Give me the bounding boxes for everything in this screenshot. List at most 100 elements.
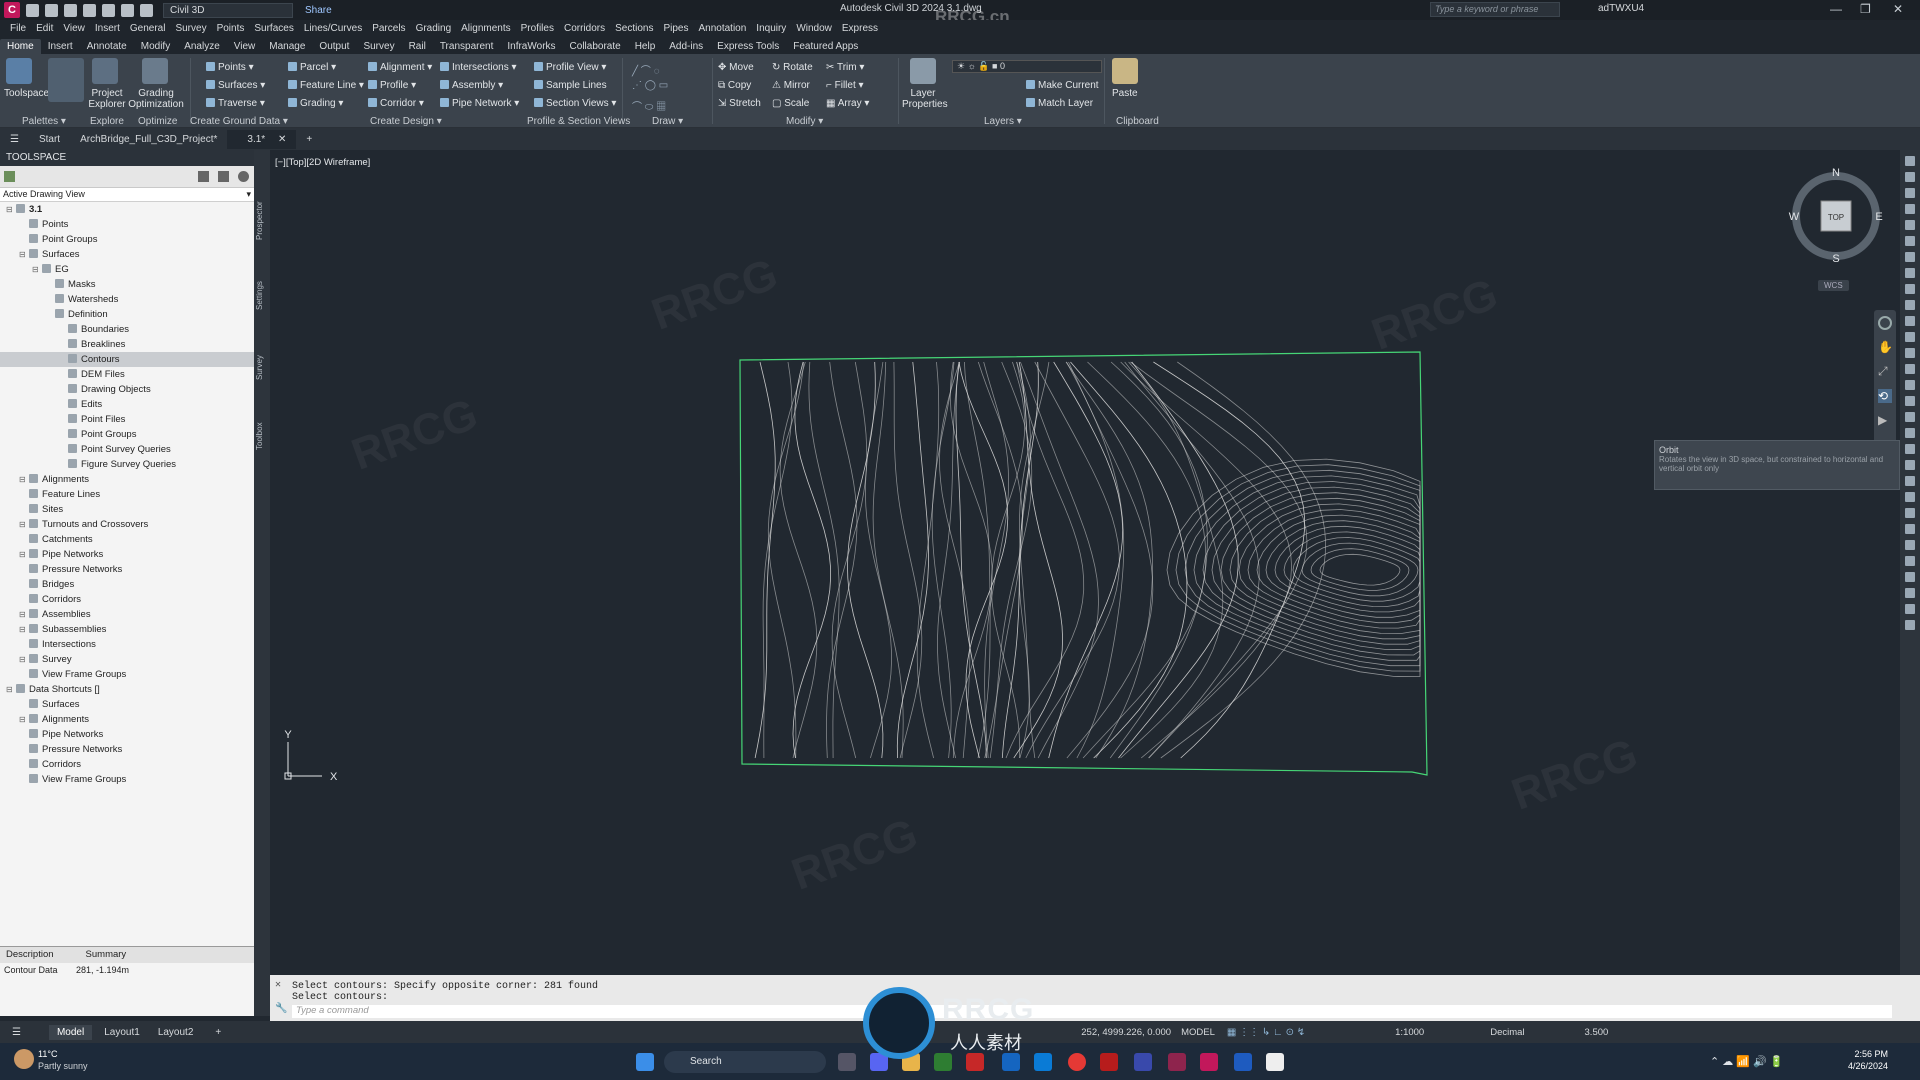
move-button[interactable]: ✥ Move — [718, 62, 754, 73]
menu-item[interactable]: Inquiry — [756, 23, 786, 34]
units-select[interactable]: Decimal — [1490, 1027, 1524, 1038]
paste-icon[interactable] — [1112, 58, 1138, 84]
coordinates-readout[interactable]: 252, 4999.226, 0.000 — [1081, 1027, 1171, 1038]
close-icon[interactable]: ✕ — [275, 979, 281, 991]
tab-start[interactable]: Start — [29, 134, 70, 145]
drawing-viewport[interactable]: RRCG RRCG RRCG RRCG RRCG [−][Top][2D Wir… — [270, 150, 1900, 975]
tree-item[interactable]: ⊟ Assemblies — [0, 607, 254, 622]
calculator-icon[interactable] — [1134, 1053, 1152, 1071]
desc-header-description[interactable]: Description — [0, 947, 60, 963]
clock-time[interactable]: 2:56 PM — [1832, 1049, 1888, 1059]
tree-item[interactable]: Pressure Networks — [0, 742, 254, 757]
tool-icon[interactable] — [1905, 316, 1915, 326]
palettes-icon[interactable] — [48, 58, 84, 102]
save-icon[interactable] — [64, 3, 77, 17]
sample-lines-button[interactable]: Sample Lines — [534, 80, 607, 91]
hatch-icon[interactable]: ⌒ ⬭ ▦ — [632, 98, 666, 113]
expand-icon[interactable]: ⊟ — [19, 652, 29, 667]
expand-icon[interactable]: ⊟ — [32, 262, 42, 277]
right-toolbar[interactable] — [1900, 150, 1920, 975]
civil3d-active-icon[interactable] — [1200, 1053, 1218, 1071]
tab-insert[interactable]: Insert — [41, 39, 80, 54]
profile-view-button[interactable]: Profile View ▾ — [534, 62, 606, 73]
tree-item[interactable]: Pressure Networks — [0, 562, 254, 577]
model-space-toggle[interactable]: MODEL — [1181, 1027, 1215, 1038]
weather-icon[interactable] — [14, 1049, 34, 1069]
tab-survey[interactable]: Survey — [356, 39, 401, 54]
print-icon[interactable] — [102, 3, 115, 17]
redo-icon[interactable] — [140, 3, 153, 17]
expand-icon[interactable]: ⊟ — [6, 682, 16, 697]
tool-icon[interactable] — [1905, 604, 1915, 614]
grading-button[interactable]: Grading ▾ — [288, 98, 343, 109]
prospector-icon[interactable] — [4, 171, 15, 182]
tab-featured-apps[interactable]: Featured Apps — [786, 39, 865, 54]
tree-item[interactable]: Contours — [0, 352, 254, 367]
zoom-icon[interactable]: ⤢ — [1878, 364, 1892, 379]
panel-modify[interactable]: Modify ▾ — [786, 116, 823, 127]
expand-icon[interactable]: ⊟ — [6, 202, 16, 217]
list-view-icon[interactable] — [218, 171, 229, 182]
contour-surface[interactable] — [270, 150, 1900, 975]
tree-item[interactable]: ⊟ Data Shortcuts [] — [0, 682, 254, 697]
tab-model[interactable]: Model — [48, 1024, 93, 1040]
side-tab[interactable]: Toolbox — [255, 422, 264, 450]
project-explorer-button[interactable]: Project Explorer — [88, 88, 126, 110]
value-readout[interactable]: 3.500 — [1585, 1027, 1609, 1038]
tray-icons[interactable]: ⌃ ☁ 📶 🔊 🔋 — [1710, 1055, 1784, 1068]
tool-icon[interactable] — [1905, 188, 1915, 198]
tree-item[interactable]: Points — [0, 217, 254, 232]
menu-item[interactable]: Parcels — [372, 23, 405, 34]
corridor-button[interactable]: Corridor ▾ — [368, 98, 424, 109]
tab-view[interactable]: View — [227, 39, 263, 54]
menu-item[interactable]: Lines/Curves — [304, 23, 362, 34]
taskbar-search[interactable]: Search — [664, 1051, 826, 1073]
tab-help[interactable]: Help — [628, 39, 663, 54]
trim-button[interactable]: ✂ Trim ▾ — [826, 62, 864, 73]
alignment-button[interactable]: Alignment ▾ — [368, 62, 432, 73]
tree-item[interactable]: Point Files — [0, 412, 254, 427]
tree-item[interactable]: Watersheds — [0, 292, 254, 307]
civil3d-icon[interactable] — [1168, 1053, 1186, 1071]
maximize-icon[interactable]: ❐ — [1860, 2, 1871, 16]
tree-item[interactable]: Point Groups — [0, 427, 254, 442]
tree-item[interactable]: Point Groups — [0, 232, 254, 247]
tree-item[interactable]: Pipe Networks — [0, 727, 254, 742]
tool-icon[interactable] — [1905, 524, 1915, 534]
make-current-button[interactable]: Make Current — [1026, 80, 1099, 91]
tree-item[interactable]: View Frame Groups — [0, 667, 254, 682]
tree-item[interactable]: Corridors — [0, 757, 254, 772]
tab-rail[interactable]: Rail — [402, 39, 433, 54]
tree-item[interactable]: ⊟ Surfaces — [0, 247, 254, 262]
copy-button[interactable]: ⧉ Copy — [718, 80, 751, 91]
toolspace-button[interactable]: Toolspace — [4, 88, 49, 99]
array-button[interactable]: ▦ Array ▾ — [826, 98, 869, 109]
add-layout-icon[interactable]: + — [215, 1027, 221, 1038]
tab-modify[interactable]: Modify — [134, 39, 177, 54]
tree-item[interactable]: Figure Survey Queries — [0, 457, 254, 472]
tree-item[interactable]: Boundaries — [0, 322, 254, 337]
start-icon[interactable] — [636, 1053, 654, 1071]
chrome-icon[interactable] — [1068, 1053, 1086, 1071]
menu-item[interactable]: Profiles — [521, 23, 554, 34]
table-row[interactable]: Contour Data 281, -1.194m — [0, 963, 254, 977]
tab-add-ins[interactable]: Add-ins — [662, 39, 710, 54]
rotate-button[interactable]: ↻ Rotate — [772, 62, 813, 73]
tool-icon[interactable] — [1905, 620, 1915, 630]
side-tab[interactable]: Survey — [255, 355, 264, 380]
profile-button[interactable]: Profile ▾ — [368, 80, 416, 91]
tool-icon[interactable] — [1905, 364, 1915, 374]
pipe-network-button[interactable]: Pipe Network ▾ — [440, 98, 519, 109]
mirror-button[interactable]: ⚠ Mirror — [772, 80, 810, 91]
undo-icon[interactable] — [121, 3, 134, 17]
tab-current[interactable]: 3.1* ✕ — [227, 129, 297, 149]
expand-icon[interactable]: ⊟ — [19, 247, 29, 262]
tool-icon[interactable] — [1905, 556, 1915, 566]
close-icon[interactable]: ✕ — [1893, 2, 1903, 16]
project-explorer-icon[interactable] — [92, 58, 118, 84]
pan-icon[interactable]: ✋ — [1878, 340, 1893, 354]
menu-item[interactable]: General — [130, 23, 166, 34]
tree-item[interactable]: Sites — [0, 502, 254, 517]
parcel-button[interactable]: Parcel ▾ — [288, 62, 336, 73]
tab-annotate[interactable]: Annotate — [80, 39, 134, 54]
